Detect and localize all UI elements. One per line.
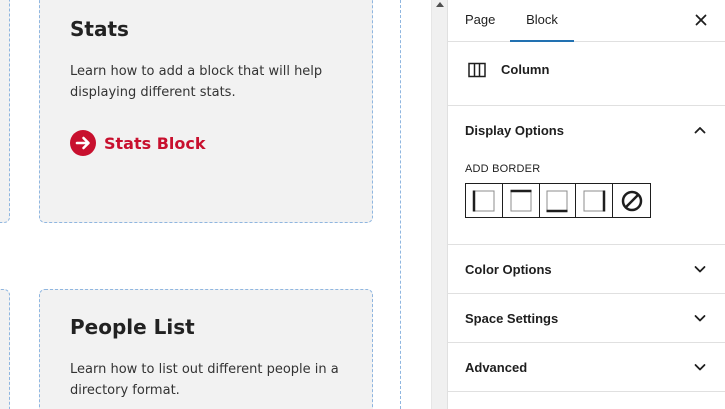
panel-title: Display Options	[465, 123, 564, 138]
color-options-panel: Color Options	[448, 245, 725, 294]
display-options-panel: Display Options ADD BORDER	[448, 106, 725, 245]
card-description: Learn how to list out different people i…	[70, 362, 339, 398]
panel-title: Advanced	[465, 360, 528, 375]
border-left-button[interactable]	[466, 184, 503, 217]
no-border-button[interactable]	[613, 184, 650, 217]
settings-sidebar: Page Block Column Display Options ADD BO…	[447, 0, 725, 409]
canvas-scrollbar[interactable]	[431, 0, 447, 409]
stats-column-block[interactable]: Stats Learn how to add a block that will…	[39, 0, 373, 223]
space-settings-toggle[interactable]: Space Settings	[448, 294, 725, 343]
stats-block-link-label: Stats Block	[104, 133, 206, 153]
border-top-icon	[510, 189, 532, 211]
border-bottom-button[interactable]	[539, 184, 577, 217]
panel-title: Color Options	[465, 262, 552, 277]
advanced-toggle[interactable]: Advanced	[448, 343, 725, 392]
chevron-up-icon	[694, 127, 706, 134]
advanced-panel: Advanced	[448, 343, 725, 392]
card-description: Learn how to add a block that will help …	[70, 64, 323, 100]
left-column-block[interactable]	[0, 289, 10, 409]
editor-canvas[interactable]: Stats Learn how to add a block that will…	[0, 0, 431, 409]
tab-block[interactable]: Block	[510, 0, 574, 42]
border-top-button[interactable]	[502, 184, 540, 217]
columns-icon	[468, 62, 486, 78]
border-bottom-icon	[546, 190, 568, 212]
border-right-icon	[583, 190, 606, 211]
left-column-block[interactable]	[0, 0, 10, 223]
panel-title: Space Settings	[465, 311, 559, 326]
border-left-icon	[472, 190, 495, 211]
space-settings-panel: Space Settings	[448, 294, 725, 343]
card-title: People List	[70, 315, 195, 339]
border-right-button[interactable]	[576, 184, 614, 217]
sidebar-tabs: Page Block	[448, 0, 725, 42]
column-guide-line	[400, 0, 401, 409]
color-options-toggle[interactable]: Color Options	[448, 245, 725, 294]
stats-block-link[interactable]: Stats Block	[70, 130, 206, 156]
card-title: Stats	[70, 17, 129, 41]
chevron-down-icon	[694, 364, 706, 371]
chevron-down-icon	[694, 266, 706, 273]
block-card: Column	[448, 42, 725, 106]
add-border-label: ADD BORDER	[465, 163, 541, 175]
arrow-right-circle-icon	[70, 130, 96, 156]
display-options-toggle[interactable]: Display Options	[448, 106, 725, 155]
close-icon[interactable]	[692, 11, 710, 29]
chevron-down-icon	[694, 315, 706, 322]
scroll-up-arrow-icon[interactable]	[436, 2, 444, 7]
tab-page[interactable]: Page	[465, 0, 495, 42]
people-list-column-block[interactable]: People List Learn how to list out differ…	[39, 289, 373, 409]
block-name: Column	[501, 62, 550, 77]
no-border-icon	[621, 190, 642, 211]
border-options-group	[465, 183, 651, 218]
